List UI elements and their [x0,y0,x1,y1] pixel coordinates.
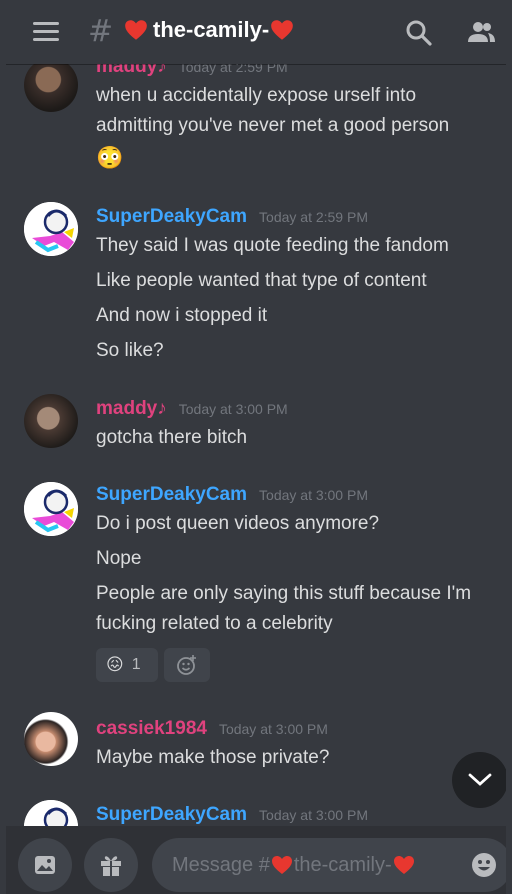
composer-bar: Message # the-camily- [6,826,506,894]
gift-icon [101,856,121,876]
members-icon[interactable] [466,18,496,48]
message-text: Maybe make those private? [96,747,330,768]
message-text: fucking related to a celebrity [96,613,333,634]
message-header: maddy♪ Today at 3:00 PM [96,398,288,420]
message-placeholder-prefix: Message # [172,853,270,876]
avatar[interactable] [24,482,78,536]
avatar[interactable] [24,202,78,256]
username[interactable]: SuperDeakyCam [96,484,247,506]
channel-header: # the-camily- [6,0,506,64]
message-text: Do i post queen videos anymore? [96,513,380,534]
timestamp: Today at 3:00 PM [259,487,368,503]
hamburger-icon[interactable] [33,22,59,42]
heart-icon [125,20,147,40]
message-text: And now i stopped it [96,305,268,326]
channel-hash: # [88,14,114,49]
avatar[interactable] [24,394,78,448]
message-list[interactable]: maddy♪ Today at 2:59 PM when u accidenta… [6,0,506,854]
message-input[interactable]: Message # the-camily- [152,838,506,892]
avatar[interactable] [24,712,78,766]
message-text: admitting you've never met a good person [96,115,450,136]
emoji: 😳 [96,145,124,170]
message-text: gotcha there bitch [96,427,248,448]
channel-name: the-camily- [153,17,270,42]
reaction-emoji: 😖 [106,655,124,675]
username[interactable]: cassiek1984 [96,718,207,740]
message-placeholder-channel: the-camily- [293,853,392,876]
heart-icon [393,856,414,874]
add-reaction-icon [177,655,196,675]
timestamp: Today at 3:00 PM [178,401,288,417]
image-button[interactable] [18,838,72,892]
timestamp: Today at 3:00 PM [259,807,368,823]
message-text: People are only saying this stuff becaus… [96,583,472,604]
username[interactable]: maddy♪ [96,398,167,420]
message-text: So like? [96,340,164,361]
message-header: SuperDeakyCam Today at 3:00 PM [96,804,368,826]
chevron-down-icon [468,773,492,786]
add-reaction-button[interactable] [164,648,210,682]
heart-icon [271,20,293,40]
message-text: They said I was quote feeding the fandom [96,235,449,256]
timestamp: Today at 3:00 PM [218,721,328,737]
avatar[interactable] [24,58,78,112]
reaction-pill[interactable]: 😖 1 [96,648,158,682]
timestamp: Today at 2:59 PM [259,209,368,225]
message-text: when u accidentally expose urself into [96,85,417,106]
message-header: SuperDeakyCam Today at 2:59 PM [96,206,368,228]
app-frame: maddy♪ Today at 2:59 PM when u accidenta… [6,0,506,894]
heart-icon [271,856,292,874]
search-icon[interactable] [404,18,434,48]
username[interactable]: SuperDeakyCam [96,804,247,826]
message-text: Nope [96,548,142,569]
emoji-icon[interactable] [470,851,498,879]
message-header: cassiek1984 Today at 3:00 PM [96,718,328,740]
message-text: Like people wanted that type of content [96,270,427,291]
message-header: SuperDeakyCam Today at 3:00 PM [96,484,368,506]
reaction-count: 1 [131,656,141,673]
image-icon [35,856,55,874]
gift-button[interactable] [84,838,138,892]
username[interactable]: SuperDeakyCam [96,206,247,228]
channel-title[interactable]: the-camily- [123,17,295,43]
scroll-to-bottom-button[interactable] [452,752,506,808]
